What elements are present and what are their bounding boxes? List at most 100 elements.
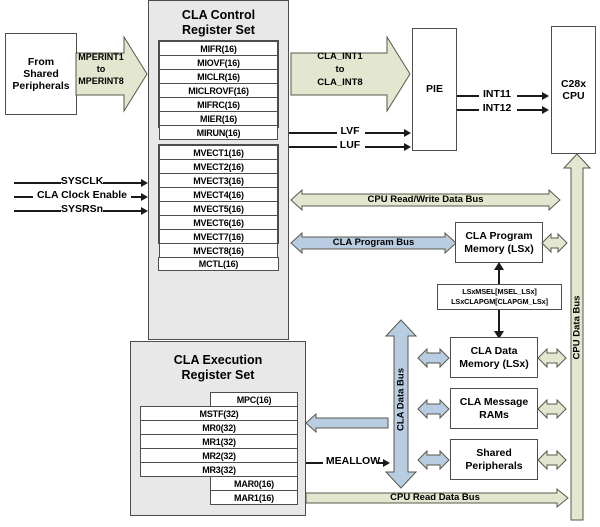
mperint-line-2: to <box>96 64 106 75</box>
signal-arrowhead <box>141 193 148 201</box>
signal-line-right <box>102 210 142 212</box>
register-mctl: MCTL(16) <box>158 257 279 271</box>
source-line-2: Shared <box>23 67 59 80</box>
cla-execution-title-line-2: Register Set <box>181 368 255 383</box>
signal-line-right <box>365 132 405 134</box>
register-mr032: MR0(32) <box>140 420 298 435</box>
c28x-cpu-box: C28x CPU <box>551 26 596 154</box>
mperint-arrow: MPERINT1 to MPERINT8 <box>75 35 148 113</box>
msel-to-program-memory-arrowhead <box>494 262 504 270</box>
cla-int-line-1: CLA_INT1 <box>317 51 363 62</box>
signal-arrowhead <box>141 207 148 215</box>
meallow-arrowhead <box>383 459 390 467</box>
cla-program-bus-label: CLA Program Bus <box>332 237 415 248</box>
register-mvect216: MVECT2(16) <box>159 159 278 174</box>
cla-execution-title-line-1: CLA Execution <box>173 353 263 367</box>
cla-message-rams-box: CLA Message RAMs <box>450 388 538 429</box>
cpu-data-bus: CPU Data Bus <box>562 153 592 521</box>
register-mifrc16: MIFRC(16) <box>159 97 278 112</box>
cpu-read-write-data-bus: CPU Read/Write Data Bus <box>290 188 561 212</box>
register-mvect716: MVECT7(16) <box>159 229 278 244</box>
shared-peripherals-line-1: Shared <box>476 447 512 460</box>
mperint-line-1: MPERINT1 <box>78 52 124 62</box>
register-mvect416: MVECT4(16) <box>159 187 278 202</box>
pie-label: PIE <box>426 83 443 96</box>
cla-int-line-3: CLA_INT8 <box>317 76 363 88</box>
signal-label: SYSCLK <box>60 175 104 187</box>
cla-data-memory-box: CLA Data Memory (LSx) <box>450 337 538 378</box>
cla-message-rams-line-2: RAMs <box>479 408 509 421</box>
cla-flag-register-list: MIFR(16) MIOVF(16) MICLR(16) MICLROVF(16) MI… <box>159 41 278 140</box>
register-mr132: MR1(32) <box>140 434 298 449</box>
msel-to-data-memory-line <box>498 310 500 332</box>
signal-arrowhead <box>542 92 549 100</box>
mperint-line-3: MPERINT8 <box>78 76 124 87</box>
register-mr232: MR2(32) <box>140 448 298 463</box>
cpu-read-data-bus-label: CPU Read Data Bus <box>390 492 480 503</box>
signal-label: INT11 <box>482 88 511 100</box>
signal-line-right <box>517 95 543 97</box>
register-mvect116: MVECT1(16) <box>159 145 278 160</box>
cla-message-rams-left-connector <box>417 398 450 420</box>
signal-arrowhead <box>542 106 549 114</box>
cla-vector-register-list: MVECT1(16) MVECT2(16) MVECT3(16) MVECT4(16)… <box>159 145 278 258</box>
cla-data-memory-line-2: Memory (LSx) <box>459 357 529 370</box>
signal-line-left <box>289 146 337 148</box>
cla-program-memory-line-1: CLA Program <box>465 230 533 243</box>
execution-to-cla-data-bus-arrow <box>305 412 389 434</box>
lsx-msel-clapgm-box: LSxMSEL[MSEL_LSx] LSxCLAPGM[CLAPGM_LSx] <box>437 284 562 310</box>
pie-box: PIE <box>412 28 457 151</box>
cla-data-bus-label: CLA Data Bus <box>395 368 407 431</box>
signal-label: LUF <box>339 139 361 151</box>
signal-arrowhead <box>141 179 148 187</box>
cla-data-memory-line-1: CLA Data <box>470 345 518 358</box>
msel-line-1: LSxMSEL[MSEL_LSx] <box>462 287 537 297</box>
cpu-line-2: CPU <box>562 90 585 102</box>
register-mvect816: MVECT8(16) <box>159 243 278 258</box>
msel-line-2: LSxCLAPGM[CLAPGM_LSx] <box>451 297 548 306</box>
cla-control-title-line-2: Register Set <box>182 23 255 38</box>
source-line-3: Peripherals <box>12 80 70 93</box>
register-mstf32: MSTF(32) <box>140 406 298 421</box>
register-mirun16: MIRUN(16) <box>159 125 278 140</box>
signal-line-right <box>517 109 543 111</box>
register-mpc16: MPC(16) <box>210 392 298 407</box>
cpu-data-bus-label: CPU Data Bus <box>571 295 583 360</box>
cla-execution-title: CLA Execution Register Set <box>130 353 306 384</box>
cla-block-diagram: From Shared Peripherals MPERINT1 to MPER… <box>0 0 600 527</box>
source-line-1: From <box>27 55 55 68</box>
cla-data-memory-right-connector <box>537 347 567 369</box>
cla-control-title-line-1: CLA Control <box>181 8 256 22</box>
register-mvect316: MVECT3(16) <box>159 173 278 188</box>
signal-line-right <box>365 146 405 148</box>
cla-data-memory-left-connector <box>417 347 450 369</box>
cpu-read-data-bus: CPU Read Data Bus <box>305 487 569 509</box>
shared-peripherals-left-connector <box>417 449 450 471</box>
signal-label: INT12 <box>482 102 512 114</box>
signal-label: LVF <box>340 125 360 137</box>
cpu-read-write-data-bus-label: CPU Read/Write Data Bus <box>367 194 484 205</box>
signal-line-right <box>102 182 142 184</box>
cla-program-bus: CLA Program Bus <box>290 231 457 255</box>
register-mvect616: MVECT6(16) <box>159 215 278 230</box>
interrupt-signal-group: INT11 INT12 <box>457 88 551 117</box>
signal-arrowhead <box>404 129 411 137</box>
signal-line-left <box>289 132 337 134</box>
register-mifr16: MIFR(16) <box>159 41 278 56</box>
register-miclrovf16: MICLROVF(16) <box>159 83 278 98</box>
shared-peripherals-line-2: Peripherals <box>465 459 523 472</box>
register-mvect516: MVECT5(16) <box>159 201 278 216</box>
signal-line-left <box>457 109 479 111</box>
cla-program-memory-line-2: Memory (LSx) <box>464 242 534 255</box>
cla-int-arrow: CLA_INT1 to CLA_INT8 <box>290 35 411 113</box>
register-mar016: MAR0(16) <box>210 476 298 491</box>
signal-label: SYSRSn <box>60 203 103 215</box>
signal-arrowhead <box>404 143 411 151</box>
flag-signal-group: LVF LUF <box>289 124 412 154</box>
clock-signal-group: SYSCLK CLA Clock Enable SYSRSn <box>14 172 150 222</box>
shared-peripherals-right-connector <box>537 449 567 471</box>
cla-int-line-2: to <box>335 63 345 75</box>
cla-program-memory-box: CLA Program Memory (LSx) <box>455 222 543 263</box>
register-miovf16: MIOVF(16) <box>159 55 278 70</box>
register-mier16: MIER(16) <box>159 111 278 126</box>
